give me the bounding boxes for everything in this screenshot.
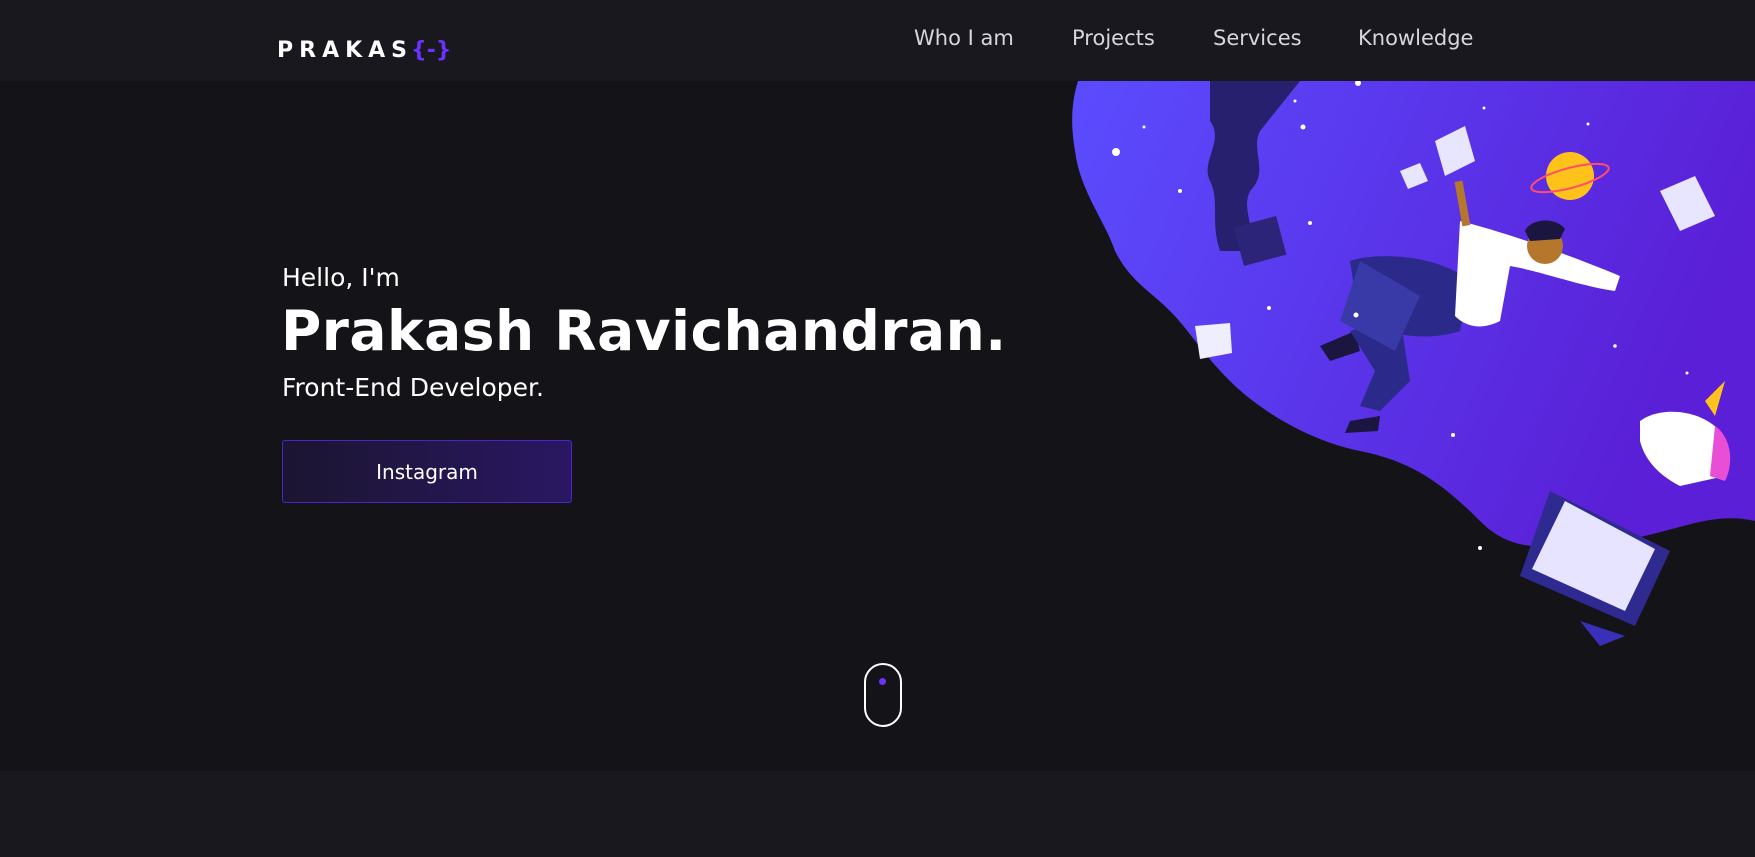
instagram-button[interactable]: Instagram — [282, 440, 572, 503]
nav-knowledge[interactable]: Knowledge — [1358, 24, 1473, 52]
mug-icon — [1195, 323, 1232, 359]
logo[interactable]: PRAKAS {-} — [277, 36, 451, 64]
nav-services[interactable]: Services — [1213, 24, 1302, 52]
hero-role: Front-End Developer. — [282, 373, 544, 402]
hero-name: Prakash Ravichandran. — [281, 299, 1007, 363]
mouse-scroll-dot — [879, 678, 886, 685]
nav-projects[interactable]: Projects — [1072, 24, 1155, 52]
logo-text: PRAKAS — [277, 37, 414, 63]
nav-who-i-am[interactable]: Who I am — [914, 24, 1014, 52]
space-developer-illustration — [1072, 81, 1755, 646]
mouse-scroll-icon[interactable] — [864, 663, 902, 727]
site-header: PRAKAS {-} Who I am Projects Services Kn… — [0, 0, 1755, 81]
logo-brace: {-} — [411, 37, 452, 63]
next-section-band — [0, 771, 1755, 857]
hero-greeting: Hello, I'm — [282, 263, 400, 292]
